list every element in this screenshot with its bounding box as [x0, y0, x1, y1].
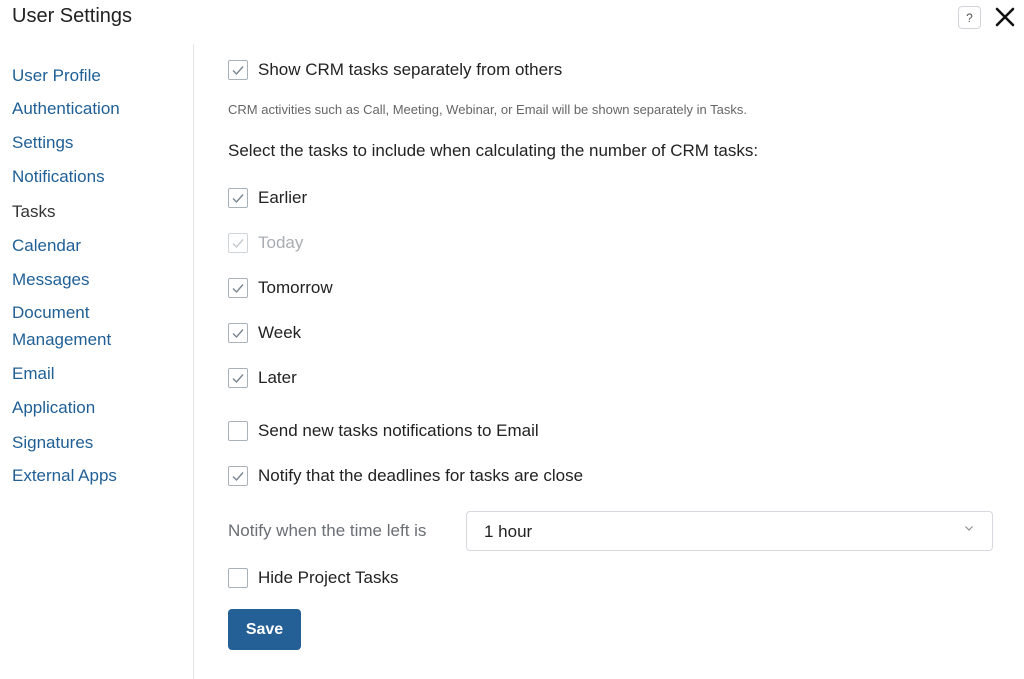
period-week-checkbox[interactable]	[228, 323, 248, 343]
sidebar-item-application[interactable]: Application	[12, 394, 182, 421]
checkmark-icon	[232, 239, 244, 249]
period-week-label: Week	[258, 323, 302, 342]
sidebar-item-management[interactable]: Management	[12, 326, 182, 353]
notify-time-label: Notify when the time left is	[228, 521, 427, 540]
checkmark-icon	[232, 194, 244, 204]
sidebar-item-calendar[interactable]: Calendar	[12, 232, 182, 259]
hide-project-tasks-option[interactable]: Hide Project Tasks	[228, 566, 398, 590]
sidebar-item-tasks[interactable]: Tasks	[12, 198, 182, 225]
notify-time-value: 1 hour	[484, 522, 533, 541]
sidebar-item-authentication[interactable]: Authentication	[12, 95, 182, 122]
sidebar-item-user-profile[interactable]: User Profile	[12, 62, 182, 89]
show-crm-separately-label: Show CRM tasks separately from others	[258, 60, 563, 79]
sidebar-item-signatures[interactable]: Signatures	[12, 429, 182, 456]
checkmark-icon	[232, 472, 244, 482]
crm-hint-text: CRM activities such as Call, Meeting, We…	[228, 102, 748, 117]
period-today-label: Today	[258, 233, 304, 252]
window-header: User Settings ?	[0, 0, 1024, 40]
sidebar-item-messages[interactable]: Messages	[12, 266, 182, 293]
checkmark-icon	[232, 374, 244, 384]
notify-deadlines-label: Notify that the deadlines for tasks are …	[258, 466, 584, 485]
period-later-option[interactable]: Later	[228, 366, 297, 390]
period-later-checkbox[interactable]	[228, 368, 248, 388]
period-later-label: Later	[258, 368, 297, 387]
period-tomorrow-option[interactable]: Tomorrow	[228, 276, 333, 300]
checkmark-icon	[232, 66, 244, 76]
sidebar-divider	[193, 44, 194, 679]
checkmark-icon	[232, 329, 244, 339]
hide-project-tasks-checkbox[interactable]	[228, 568, 248, 588]
period-earlier-checkbox[interactable]	[228, 188, 248, 208]
period-today-option: Today	[228, 231, 303, 255]
sidebar-item-settings[interactable]: Settings	[12, 129, 182, 156]
sidebar-item-external-apps[interactable]: External Apps	[12, 462, 182, 489]
send-email-checkbox[interactable]	[228, 421, 248, 441]
period-tomorrow-label: Tomorrow	[258, 278, 333, 297]
checkmark-icon	[232, 284, 244, 294]
help-icon: ?	[966, 10, 973, 25]
show-crm-separately-checkbox[interactable]	[228, 60, 248, 80]
hide-project-tasks-label: Hide Project Tasks	[258, 568, 399, 587]
close-icon	[995, 7, 1015, 27]
save-button[interactable]: Save	[228, 609, 301, 650]
period-today-checkbox	[228, 233, 248, 253]
page-title: User Settings	[12, 5, 133, 27]
period-week-option[interactable]: Week	[228, 321, 301, 345]
notify-deadlines-option[interactable]: Notify that the deadlines for tasks are …	[228, 464, 583, 488]
chevron-down-icon	[965, 526, 973, 531]
help-button[interactable]: ?	[958, 6, 981, 29]
task-count-section-title: Select the tasks to include when calcula…	[228, 141, 759, 160]
sidebar-item-email[interactable]: Email	[12, 360, 182, 387]
show-crm-separately-option[interactable]: Show CRM tasks separately from others	[228, 58, 562, 82]
send-email-option[interactable]: Send new tasks notifications to Email	[228, 419, 539, 443]
sidebar-item-notifications[interactable]: Notifications	[12, 163, 182, 190]
period-tomorrow-checkbox[interactable]	[228, 278, 248, 298]
period-earlier-option[interactable]: Earlier	[228, 186, 307, 210]
notify-deadlines-checkbox[interactable]	[228, 466, 248, 486]
send-email-label: Send new tasks notifications to Email	[258, 421, 539, 440]
close-button[interactable]	[993, 5, 1017, 29]
notify-time-select[interactable]: 1 hour	[466, 511, 993, 551]
sidebar-item-document[interactable]: Document	[12, 299, 182, 326]
period-earlier-label: Earlier	[258, 188, 308, 207]
